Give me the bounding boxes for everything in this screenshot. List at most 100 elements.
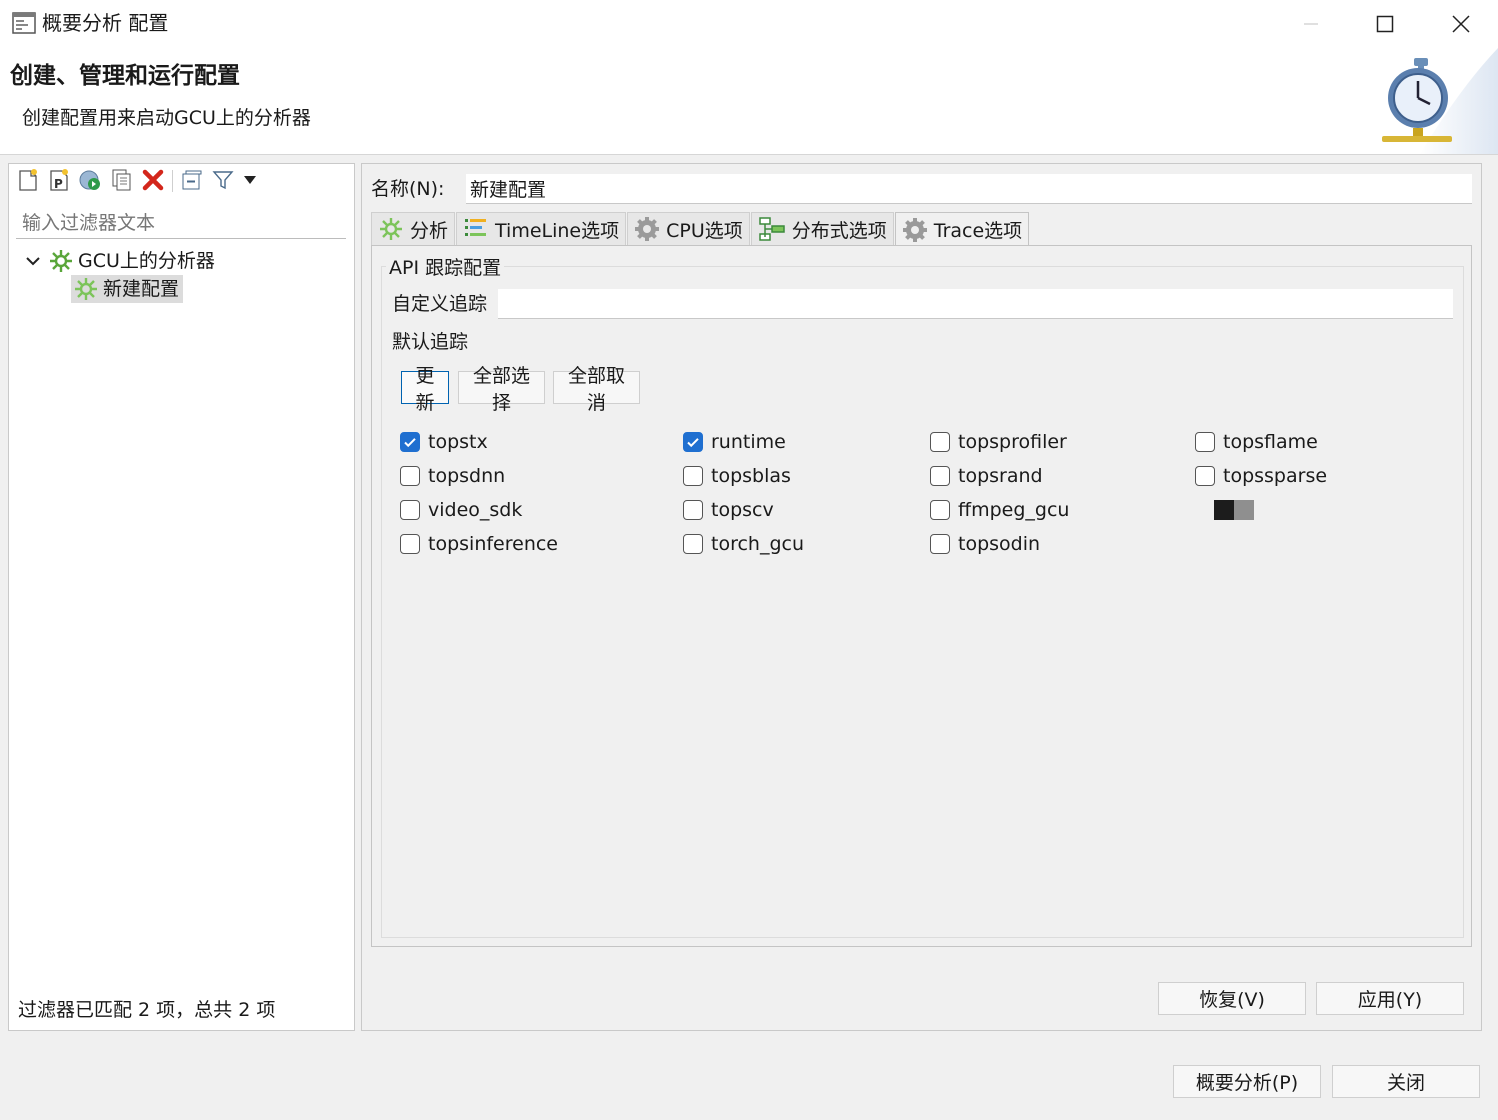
checkbox-topscv[interactable]: topscv: [683, 495, 774, 525]
collapse-all-button[interactable]: [179, 167, 205, 193]
checkbox-label: topsrand: [958, 465, 1043, 487]
checkmark-icon: [404, 438, 416, 448]
checkbox-box[interactable]: [400, 534, 420, 554]
filter-input[interactable]: [16, 207, 346, 239]
apply-button[interactable]: 应用(Y): [1316, 982, 1464, 1015]
select-all-button[interactable]: 全部选择: [458, 365, 545, 414]
checkbox-topsdnn[interactable]: topsdnn: [400, 461, 505, 491]
name-input[interactable]: [466, 174, 1472, 204]
checkbox-video-sdk[interactable]: video_sdk: [400, 495, 522, 525]
checkbox-label: topsinference: [428, 533, 558, 555]
checkbox-label: torch_gcu: [711, 533, 805, 555]
filter-menu-dropdown[interactable]: [238, 167, 262, 193]
close-button[interactable]: 关闭: [1332, 1065, 1480, 1098]
checkbox-topstx[interactable]: topstx: [400, 427, 488, 457]
banner-description: 创建配置用来启动GCU上的分析器: [22, 107, 311, 129]
delete-icon: [142, 169, 164, 191]
api-trace-group: [381, 266, 1464, 938]
toggle-knob: [1214, 500, 1234, 520]
app-icon: [12, 11, 36, 35]
maximize-button[interactable]: [1348, 0, 1422, 48]
checkbox-box[interactable]: [1195, 466, 1215, 486]
checkbox-box[interactable]: [683, 500, 703, 520]
minimize-button[interactable]: [1274, 0, 1348, 48]
filter-button[interactable]: [210, 167, 236, 193]
duplicate-config-button[interactable]: [108, 167, 134, 193]
checkbox-topsprofiler[interactable]: topsprofiler: [930, 427, 1067, 457]
analyzer-icon: [75, 278, 97, 300]
tab-label: CPU选项: [666, 219, 743, 242]
tab-trace[interactable]: Trace选项: [894, 212, 1030, 246]
gear-icon: [902, 217, 927, 242]
duplicate-icon: [112, 169, 131, 191]
checkbox-topssparse[interactable]: topssparse: [1195, 461, 1327, 491]
checkbox-box[interactable]: [683, 466, 703, 486]
revert-button[interactable]: 恢复(V): [1158, 982, 1306, 1015]
collapse-all-icon: [182, 170, 202, 190]
filter-icon: [212, 171, 234, 190]
svg-text:P: P: [54, 177, 63, 191]
chevron-down-icon: [244, 176, 256, 184]
filter-status-text: 过滤器已匹配 2 项，总共 2 项: [18, 999, 276, 1021]
delete-config-button[interactable]: [140, 167, 166, 193]
checkbox-box[interactable]: [400, 466, 420, 486]
checkbox-topsodin[interactable]: topsodin: [930, 529, 1040, 559]
checkbox-topsflame[interactable]: topsflame: [1195, 427, 1318, 457]
new-prototype-button[interactable]: P: [46, 167, 72, 193]
window-title: 概要分析 配置: [42, 11, 169, 35]
profile-button[interactable]: 概要分析(P): [1173, 1065, 1321, 1098]
banner-title: 创建、管理和运行配置: [10, 63, 240, 89]
checkbox-torch-gcu[interactable]: torch_gcu: [683, 529, 804, 559]
toggle-widget[interactable]: [1214, 500, 1254, 520]
update-button[interactable]: 更新: [401, 365, 449, 414]
checkmark-icon: [687, 438, 699, 448]
tab-analysis[interactable]: 分析: [371, 212, 456, 245]
new-file-icon: [19, 169, 37, 191]
checkbox-label: topsdnn: [428, 465, 506, 487]
tab-timeline[interactable]: TimeLine选项: [456, 212, 627, 245]
prototype-icon: P: [50, 169, 68, 191]
checkbox-label: topsblas: [711, 465, 791, 487]
checkbox-label: topsodin: [958, 533, 1041, 555]
tree-node-gcu-analyzer[interactable]: GCU上的分析器: [24, 247, 215, 275]
tree-node-new-config[interactable]: 新建配置: [71, 275, 184, 303]
tree-label-root: GCU上的分析器: [78, 250, 215, 272]
minimize-icon: [1304, 23, 1318, 25]
checkbox-topsblas[interactable]: topsblas: [683, 461, 791, 491]
checkbox-label: topstx: [428, 431, 488, 453]
toggle-track: [1234, 500, 1254, 520]
checkbox-box[interactable]: [930, 466, 950, 486]
group-title: API 跟踪配置: [386, 255, 505, 281]
tab-cpu[interactable]: CPU选项: [627, 212, 750, 245]
new-config-button[interactable]: [15, 167, 41, 193]
checkbox-label: video_sdk: [428, 499, 523, 521]
checkbox-box[interactable]: [400, 500, 420, 520]
deselect-all-button[interactable]: 全部取消: [553, 365, 640, 414]
checkbox-box[interactable]: [930, 500, 950, 520]
analyzer-icon: [50, 250, 72, 272]
gear-icon: [635, 217, 660, 241]
checkbox-topsinference[interactable]: topsinference: [400, 529, 558, 559]
tab-label: 分布式选项: [791, 219, 887, 242]
checkbox-topsrand[interactable]: topsrand: [930, 461, 1043, 491]
expand-chevron-icon[interactable]: [24, 252, 42, 270]
stopwatch-icon: [1360, 48, 1498, 154]
checkbox-box[interactable]: [683, 534, 703, 554]
close-window-button[interactable]: [1424, 0, 1498, 48]
export-icon: [79, 170, 100, 190]
tab-distributed[interactable]: 分布式选项: [750, 212, 894, 245]
checkbox-label: topssparse: [1223, 465, 1328, 487]
toolbar-separator: [172, 170, 173, 192]
checkbox-ffmpeg-gcu[interactable]: ffmpeg_gcu: [930, 495, 1069, 525]
checkbox-runtime[interactable]: runtime: [683, 427, 786, 457]
export-config-button[interactable]: [77, 167, 103, 193]
checkbox-label: topscv: [711, 499, 774, 521]
custom-trace-input[interactable]: [498, 289, 1453, 319]
checkbox-box[interactable]: [1195, 432, 1215, 452]
checkbox-box[interactable]: [400, 432, 420, 452]
tab-label: TimeLine选项: [495, 219, 620, 242]
checkbox-box[interactable]: [930, 432, 950, 452]
analyzer-icon: [380, 218, 402, 240]
checkbox-box[interactable]: [930, 534, 950, 554]
checkbox-box[interactable]: [683, 432, 703, 452]
